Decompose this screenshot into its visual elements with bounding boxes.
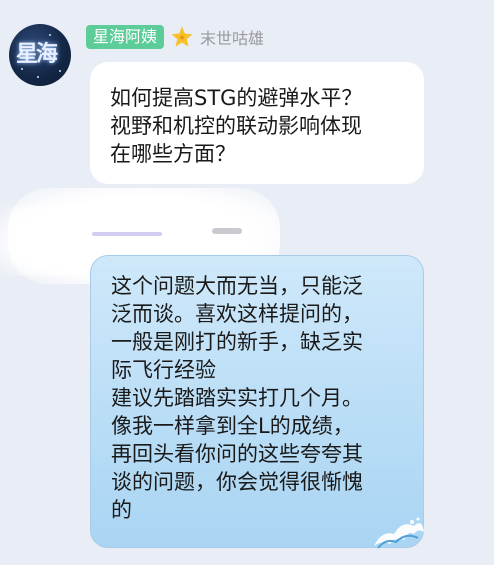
avatar-text: 星海 [16,41,58,67]
reply-line: 一般是刚打的新手，缺乏实 [111,330,363,354]
reply-line: 谈的问题，你会觉得很惭愧 [111,470,363,494]
reply-line: 际飞行经验 [111,358,216,382]
sender-title: 末世咕雄 [200,29,265,48]
question-line: 视野和机控的联动影响体现 [110,114,362,138]
reply-message-bubble[interactable]: 这个问题大而无当，只能泛 泛而谈。喜欢这样提问的， 一般是刚打的新手，缺乏实 际… [90,255,424,548]
question-line: 在哪些方面？ [110,142,236,166]
reply-line: 的 [111,498,132,522]
nickname-badge[interactable]: 星海阿姨 [86,25,165,49]
wave-decoration-icon [374,517,424,549]
sender-avatar[interactable]: 星海 [9,24,71,86]
reply-line: 这个问题大而无当，只能泛 [111,274,363,298]
sender-name-row: 星海阿姨 末世咕雄 [86,24,264,50]
reply-line: 再回头看你问的这些夸夸其 [111,442,363,466]
redacted-mark [212,228,242,234]
star-icon [171,26,193,47]
question-message-bubble[interactable]: 如何提高STG的避弹水平？ 视野和机控的联动影响体现 在哪些方面？ [90,62,424,184]
redacted-mark [92,232,162,236]
reply-line: 建议先踏踏实实打几个月。 [111,386,363,410]
reply-line: 泛而谈。喜欢这样提问的， [111,302,363,326]
question-line: 如何提高STG的避弹水平？ [110,86,363,110]
reply-line: 像我一样拿到全L的成绩， [111,414,354,438]
